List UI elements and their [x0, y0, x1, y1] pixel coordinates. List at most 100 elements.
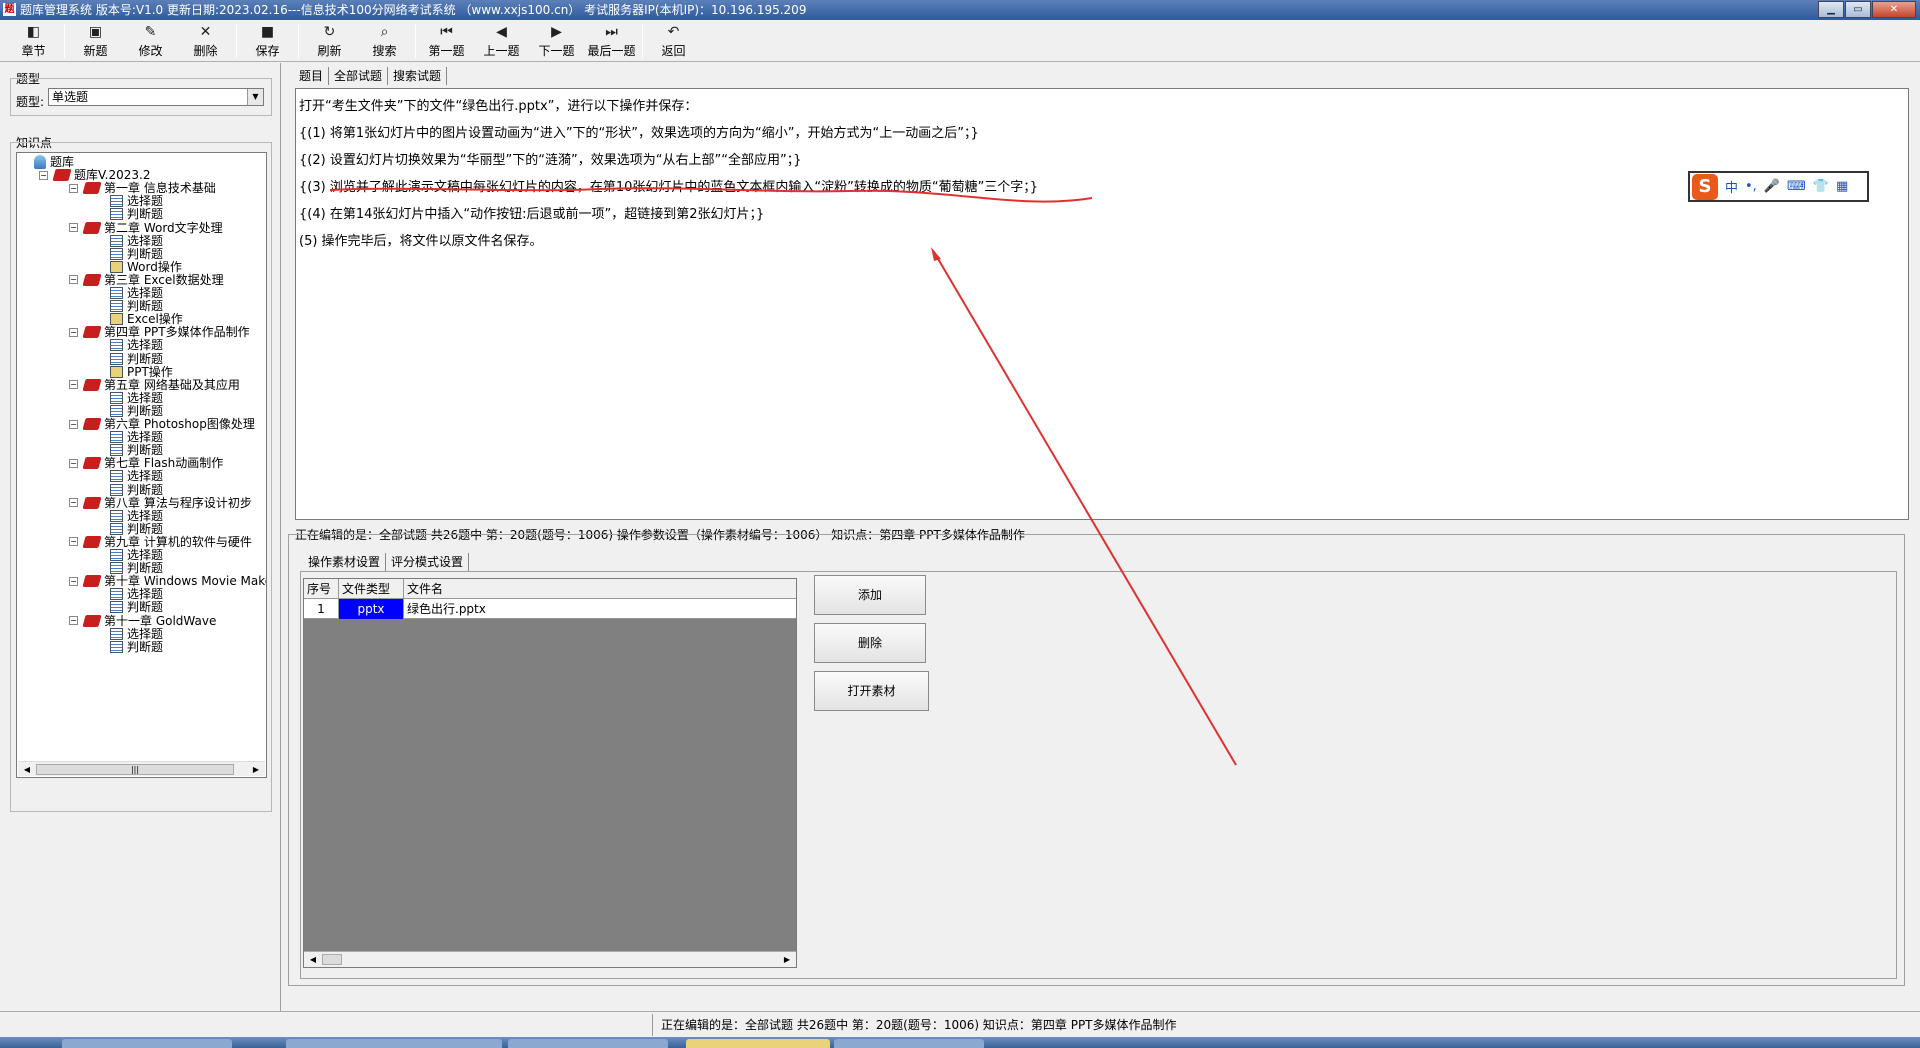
- add-button[interactable]: 添加: [814, 575, 926, 615]
- cell-name[interactable]: 绿色出行.pptx: [404, 599, 796, 619]
- delete-material-button[interactable]: 删除: [814, 623, 926, 663]
- table-row[interactable]: 1 pptx 绿色出行.pptx: [304, 599, 796, 619]
- scroll-right-icon[interactable]: ▶: [780, 954, 794, 965]
- col-header-name[interactable]: 文件名: [404, 579, 796, 599]
- cell-type[interactable]: pptx: [339, 599, 404, 619]
- toolbar-button-new[interactable]: ▣ 新题: [68, 20, 123, 62]
- collapse-toggle-icon[interactable]: −: [69, 380, 78, 390]
- toolbar-button-refresh[interactable]: ↻ 刷新: [302, 20, 357, 62]
- tree-item-label: 题库: [50, 155, 75, 169]
- toolbar: ◧ 章节 ▣ 新题 ✎ 修改 ✕ 删除 ■ 保存 ↻ 刷新 ⌕ 搜索 ⏮ 第一题 ◀ 上一题 ▶ 下一题 ⏭ 最后一题 ↶ 返…: [0, 20, 1920, 62]
- book-icon: [82, 378, 102, 391]
- tab-sub_tabs-0[interactable]: 操作素材设置: [303, 553, 387, 571]
- taskbar-item[interactable]: [686, 1039, 830, 1048]
- book-icon: [82, 496, 102, 509]
- col-header-no[interactable]: 序号: [304, 579, 339, 599]
- chevron-down-icon[interactable]: ▼: [247, 89, 263, 105]
- collapse-toggle-icon[interactable]: −: [69, 616, 78, 625]
- scroll-thumb[interactable]: |||: [36, 764, 234, 775]
- tab-main_tabs-1[interactable]: 全部试题: [329, 67, 389, 85]
- ime-item-icon[interactable]: ▦: [1836, 179, 1848, 194]
- scroll-right-icon[interactable]: ▶: [249, 764, 263, 775]
- question-line: {(3) 浏览并了解此演示文稿中每张幻灯片的内容，在第10张幻灯片中的蓝色文本框…: [299, 180, 1039, 195]
- ime-item-icon[interactable]: •,: [1745, 179, 1757, 194]
- toolbar-button-chapter[interactable]: ◧ 章节: [6, 20, 61, 62]
- toolbar-separator: [236, 24, 237, 58]
- scroll-thumb[interactable]: [322, 954, 342, 965]
- tab-main_tabs-0[interactable]: 题目: [294, 67, 330, 85]
- list-icon: [110, 470, 123, 483]
- tab-main_tabs-2[interactable]: 搜索试题: [388, 67, 448, 85]
- scroll-left-icon[interactable]: ◀: [306, 954, 320, 965]
- list-icon: [110, 627, 123, 640]
- collapse-toggle-icon[interactable]: −: [69, 327, 78, 337]
- sogou-logo-icon[interactable]: S: [1692, 173, 1718, 200]
- collapse-toggle-icon[interactable]: −: [69, 419, 78, 429]
- list-icon: [110, 549, 123, 561]
- collapse-toggle-icon[interactable]: −: [69, 223, 78, 232]
- collapse-toggle-icon[interactable]: −: [69, 183, 78, 193]
- toolbar-button-last[interactable]: ⏭ 最后一题: [584, 20, 639, 62]
- ime-item-icon[interactable]: 🎤: [1764, 179, 1780, 194]
- tree-item-label: 题库V.2023.2: [74, 168, 151, 183]
- title-bar: 题 题库管理系统 版本号:V1.0 更新日期:2023.02.16---信息技术…: [0, 0, 1920, 20]
- collapse-toggle-icon[interactable]: −: [39, 170, 48, 180]
- toolbar-button-save[interactable]: ■ 保存: [240, 20, 295, 62]
- toolbar-button-delete[interactable]: ✕ 删除: [178, 20, 233, 62]
- list-icon: [110, 234, 123, 247]
- collapse-toggle-icon[interactable]: −: [69, 458, 78, 468]
- toolbar-button-label: 最后一题: [587, 43, 636, 58]
- minimize-button[interactable]: ▁: [1818, 1, 1844, 18]
- app-icon: 题: [3, 3, 16, 16]
- ime-item-icon[interactable]: 中: [1725, 177, 1738, 196]
- status-text: 正在编辑的是：全部试题 共26题中 第：20题(题号：1006) 知识点：第四章…: [652, 1014, 1920, 1036]
- toolbar-button-label: 搜索: [372, 43, 397, 58]
- cell-no: 1: [304, 599, 339, 619]
- edit-icon: ✎: [144, 23, 157, 40]
- toolbar-separator: [415, 24, 416, 58]
- type-combo[interactable]: 单选题 ▼: [48, 88, 264, 106]
- maximize-button[interactable]: ▭: [1845, 1, 1871, 18]
- toolbar-button-label: 删除: [193, 43, 218, 58]
- toolbar-button-search[interactable]: ⌕ 搜索: [357, 20, 412, 62]
- collapse-toggle-icon[interactable]: −: [69, 275, 78, 285]
- ime-item-icon[interactable]: ⌨: [1787, 179, 1806, 194]
- material-grid[interactable]: 序号 文件类型 文件名 1 pptx 绿色出行.pptx ◀ ▶: [303, 578, 797, 968]
- scroll-left-icon[interactable]: ◀: [20, 764, 34, 775]
- window-title: 题库管理系统 版本号:V1.0 更新日期:2023.02.16---信息技术10…: [20, 3, 807, 17]
- ime-toolbar[interactable]: S 中 •, 🎤 ⌨ 👕 ▦: [1688, 171, 1869, 202]
- close-button[interactable]: ✕: [1872, 1, 1916, 18]
- collapse-toggle-icon[interactable]: −: [69, 576, 78, 586]
- collapse-toggle-icon[interactable]: −: [69, 498, 78, 508]
- taskbar-item[interactable]: [834, 1039, 984, 1048]
- knowledge-tree[interactable]: 判断题 选择题 − 第十一章 GoldWave 判断题 选择题 − 第十章 Windows M…: [16, 152, 267, 778]
- question-line: 打开“考生文件夹”下的文件“绿色出行.pptx”，进行以下操作并保存：: [299, 99, 698, 114]
- toolbar-button-prev[interactable]: ◀ 上一题: [474, 20, 529, 62]
- toolbar-button-back[interactable]: ↶ 返回: [646, 20, 701, 62]
- list-icon: [110, 404, 123, 417]
- book-icon: [82, 614, 102, 627]
- type-label: 题型:: [16, 95, 45, 109]
- ime-item-icon[interactable]: 👕: [1813, 179, 1829, 194]
- book-icon: [82, 326, 102, 339]
- tab-sub_tabs-1[interactable]: 评分模式设置: [386, 553, 470, 571]
- question-text-box[interactable]: 打开“考生文件夹”下的文件“绿色出行.pptx”，进行以下操作并保存： {(1) …: [295, 88, 1909, 520]
- taskbar-item[interactable]: [286, 1039, 502, 1048]
- grid-hscrollbar[interactable]: ◀ ▶: [304, 951, 796, 967]
- list-icon: [110, 588, 123, 601]
- collapse-toggle-icon[interactable]: −: [69, 537, 78, 547]
- tree-item[interactable]: − 第十章 Windows Movie Make: [69, 573, 266, 589]
- toolbar-button-first[interactable]: ⏮ 第一题: [419, 20, 474, 62]
- toolbar-button-edit[interactable]: ✎ 修改: [123, 20, 178, 62]
- col-header-type[interactable]: 文件类型: [339, 579, 404, 599]
- list-icon: [110, 247, 123, 260]
- tree-item[interactable]: 题库: [34, 154, 74, 170]
- taskbar-item[interactable]: [62, 1039, 232, 1048]
- taskbar-item[interactable]: [508, 1039, 668, 1048]
- save-icon: ■: [260, 23, 275, 40]
- toolbar-button-label: 第一题: [428, 43, 465, 58]
- toolbar-button-next[interactable]: ▶ 下一题: [529, 20, 584, 62]
- tree-hscrollbar[interactable]: ◀ ||| ▶: [18, 761, 265, 776]
- open-material-button[interactable]: 打开素材: [814, 671, 929, 711]
- status-bar: 正在编辑的是：全部试题 共26题中 第：20题(题号：1006) 知识点：第四章…: [0, 1011, 1920, 1037]
